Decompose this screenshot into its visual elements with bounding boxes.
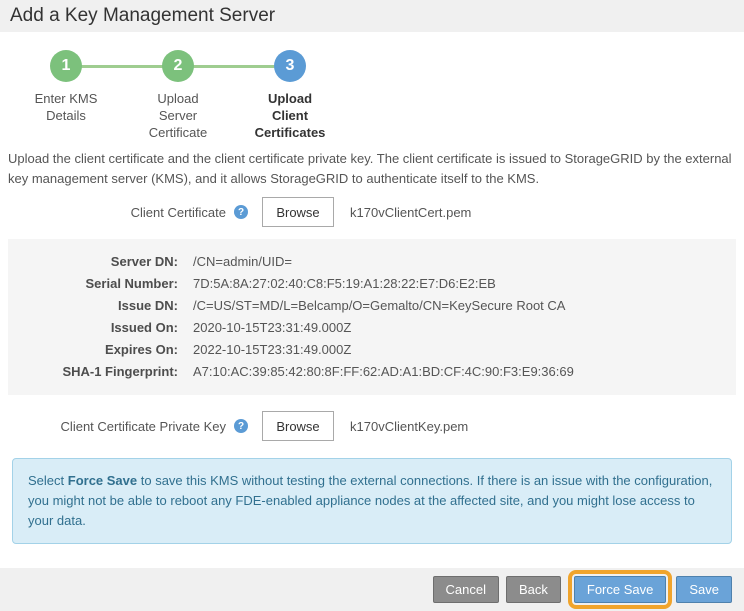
force-save-info-box: Select Force Save to save this KMS witho… [12,458,732,544]
client-certificate-browse-button[interactable]: Browse [262,197,334,227]
private-key-browse-button[interactable]: Browse [262,411,334,441]
force-save-highlight-ring: Force Save [567,570,673,609]
detail-label: Serial Number: [85,276,178,291]
force-save-button[interactable]: Force Save [573,576,667,603]
detail-label: Issued On: [110,320,178,335]
detail-label: SHA-1 Fingerprint: [62,364,178,379]
step-2-label: Upload Server Certificate [148,91,208,140]
private-key-filename: k170vClientKey.pem [350,418,469,434]
step-3-label: Upload Client Certificates [254,91,326,140]
detail-label: Issue DN: [118,298,178,313]
certificate-details-panel: Server DN: /CN=admin/UID= Serial Number:… [8,239,736,395]
client-certificate-filename: k170vClientCert.pem [350,204,472,220]
table-row: Expires On: 2022-10-15T23:31:49.000Z [8,339,736,361]
table-row: Server DN: /CN=admin/UID= [8,251,736,273]
detail-value: /C=US/ST=MD/L=Belcamp/O=Gemalto/CN=KeySe… [193,298,566,313]
footer-bar: Cancel Back Force Save Save [0,568,744,611]
detail-value: A7:10:AC:39:85:42:80:8F:FF:62:AD:A1:BD:C… [193,364,574,379]
detail-value: 7D:5A:8A:27:02:40:C8:F5:19:A1:28:22:E7:D… [193,276,496,291]
question-mark-help-icon[interactable]: ? [234,419,248,433]
client-certificate-row: Client Certificate ? Browse k170vClientC… [0,197,744,227]
table-row: Issued On: 2020-10-15T23:31:49.000Z [8,317,736,339]
info-text-bold: Force Save [67,473,138,488]
private-key-row: Client Certificate Private Key ? Browse … [0,411,744,441]
table-row: SHA-1 Fingerprint: A7:10:AC:39:85:42:80:… [8,361,736,383]
step-enter-kms-details: 1 Enter KMS Details [10,50,122,141]
step-3-circle: 3 [274,50,306,82]
step-1-label: Enter KMS Details [34,91,98,123]
step-upload-client-certificates: 3 Upload Client Certificates [234,50,346,141]
detail-label: Server DN: [110,254,178,269]
detail-value: 2020-10-15T23:31:49.000Z [193,320,352,335]
save-button[interactable]: Save [676,576,732,603]
step-upload-server-certificate: 2 Upload Server Certificate [122,50,234,141]
table-row: Issue DN: /C=US/ST=MD/L=Belcamp/O=Gemalt… [8,295,736,317]
cancel-button[interactable]: Cancel [432,576,499,603]
detail-value: /CN=admin/UID= [193,254,292,269]
detail-label: Expires On: [105,342,178,357]
step-1-circle: 1 [50,50,82,82]
question-mark-help-icon[interactable]: ? [234,205,248,219]
page-description: Upload the client certificate and the cl… [8,151,732,186]
back-button[interactable]: Back [505,576,561,603]
detail-value: 2022-10-15T23:31:49.000Z [193,342,352,357]
private-key-label: Client Certificate Private Key [60,418,226,434]
table-row: Serial Number: 7D:5A:8A:27:02:40:C8:F5:1… [8,273,736,295]
wizard-stepper: 1 Enter KMS Details 2 Upload Server Cert… [10,50,346,141]
client-certificate-label: Client Certificate [130,204,226,220]
info-text-prefix: Select [28,473,68,488]
step-2-circle: 2 [162,50,194,82]
page-title: Add a Key Management Server [0,0,744,32]
